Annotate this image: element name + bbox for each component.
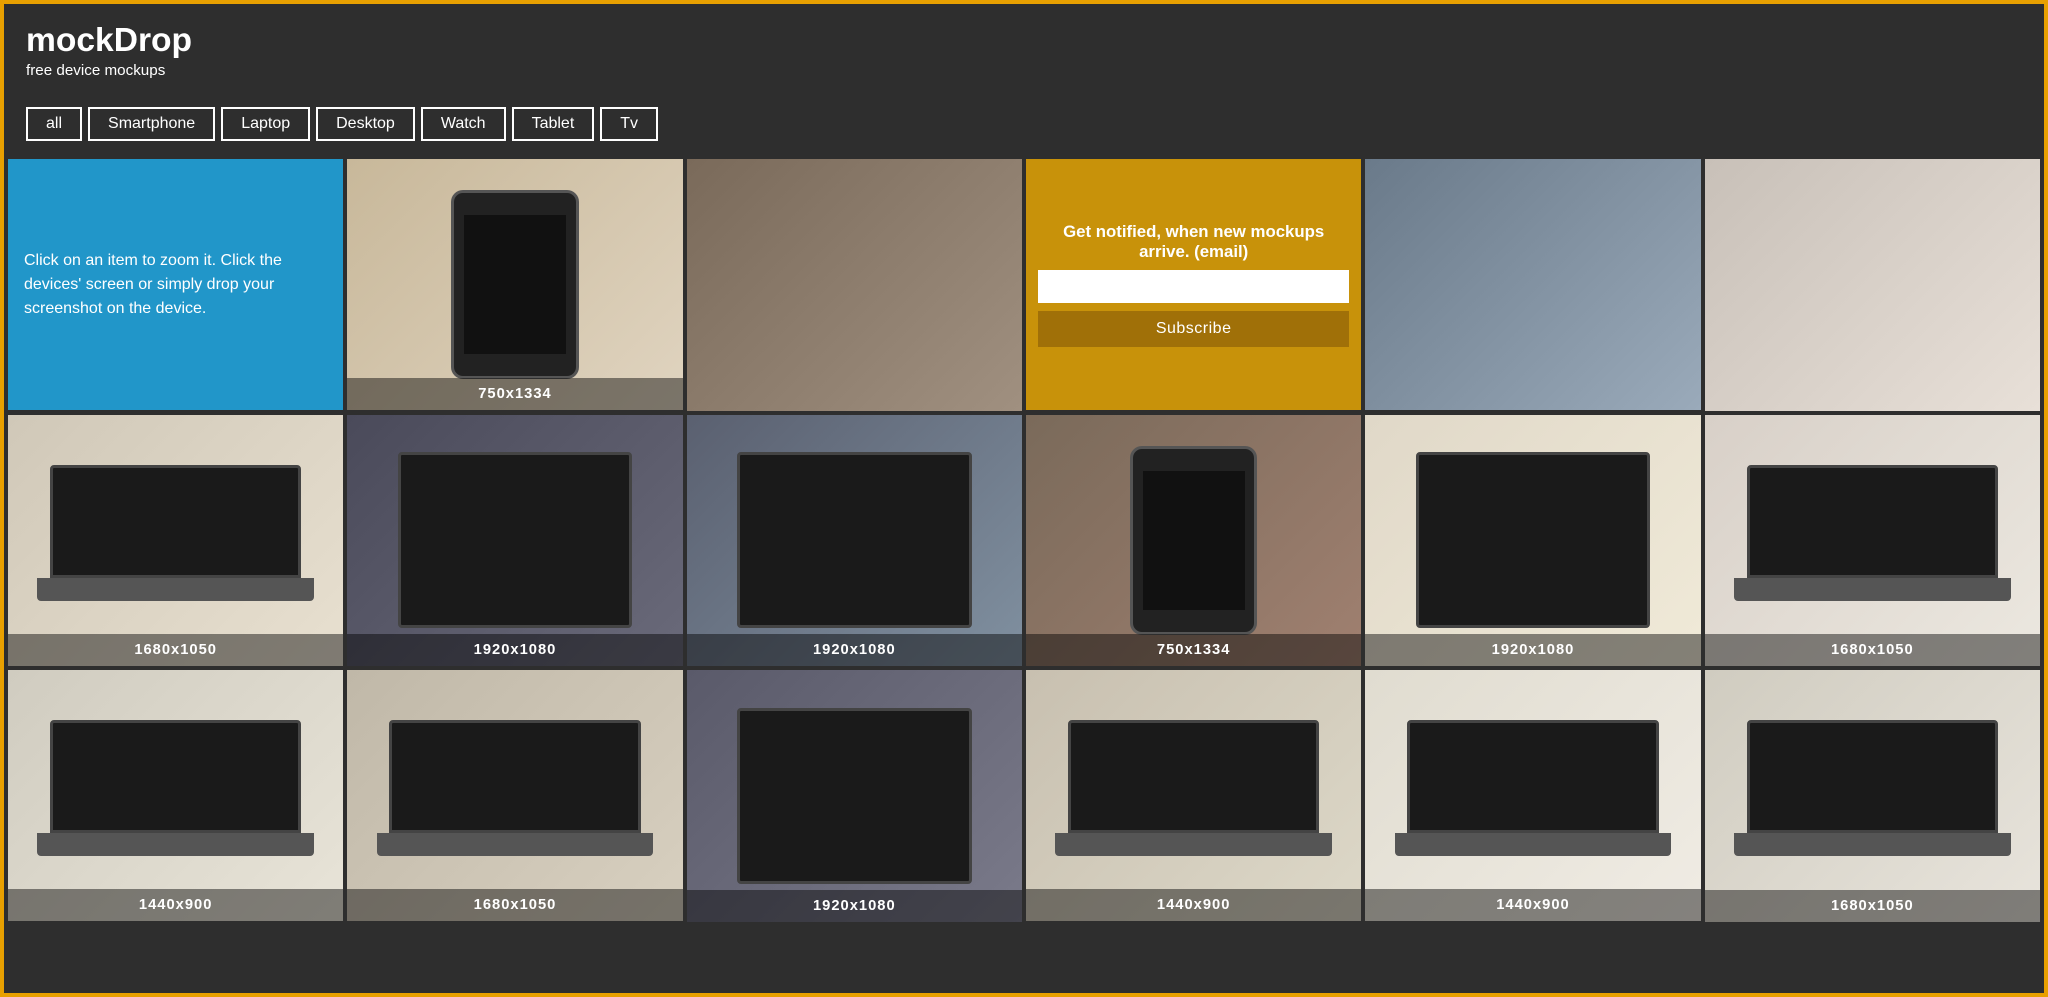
mockup-image	[1705, 159, 2040, 411]
header: mockDrop free device mockups	[4, 4, 2044, 89]
resolution-label: 1680x1050	[1705, 634, 2040, 666]
resolution-label: 750x1334	[347, 378, 682, 410]
info-box: Click on an item to zoom it. Click the d…	[8, 159, 343, 410]
mockup-image	[687, 415, 1022, 667]
mockup-item[interactable]	[1365, 159, 1700, 410]
subscribe-box: Get notified, when new mockups arrive. (…	[1026, 159, 1361, 410]
mockup-item[interactable]: 750x1334	[1026, 415, 1361, 666]
filter-btn-laptop[interactable]: Laptop	[221, 107, 310, 141]
resolution-label: 1920x1080	[687, 890, 1022, 922]
resolution-label: 1920x1080	[687, 634, 1022, 666]
site-title: mockDrop	[26, 22, 2022, 60]
mockup-image	[1365, 670, 1700, 921]
mockup-item[interactable]: 1680x1050	[1705, 670, 2040, 922]
filter-btn-smartphone[interactable]: Smartphone	[88, 107, 215, 141]
mockup-image	[8, 415, 343, 666]
mockup-item[interactable]: 1440x900	[8, 670, 343, 921]
resolution-label: 1440x900	[1365, 889, 1700, 921]
resolution-label: 1680x1050	[1705, 890, 2040, 922]
mockup-item[interactable]: 1920x1080	[1365, 415, 1700, 666]
mockup-image	[687, 670, 1022, 922]
mockup-item[interactable]: 1680x1050	[1705, 415, 2040, 667]
main-grid: Click on an item to zoom it. Click the d…	[4, 155, 2044, 926]
site-subtitle: free device mockups	[26, 62, 2022, 79]
mockup-image	[1026, 415, 1361, 666]
subscribe-title: Get notified, when new mockups arrive. (…	[1038, 222, 1349, 262]
filter-btn-watch[interactable]: Watch	[421, 107, 506, 141]
filter-btn-desktop[interactable]: Desktop	[316, 107, 415, 141]
resolution-label: 1920x1080	[1365, 634, 1700, 666]
mockup-image	[1026, 670, 1361, 921]
filter-btn-all[interactable]: all	[26, 107, 82, 141]
mockup-item[interactable]: 1920x1080	[687, 670, 1022, 922]
mockup-image	[347, 415, 682, 666]
filter-bar: allSmartphoneLaptopDesktopWatchTabletTv	[4, 89, 2044, 155]
filter-btn-tv[interactable]: Tv	[600, 107, 658, 141]
resolution-label: 1920x1080	[347, 634, 682, 666]
mockup-item[interactable]: 1440x900	[1365, 670, 1700, 921]
resolution-label: 1680x1050	[347, 889, 682, 921]
mockup-item[interactable]	[1705, 159, 2040, 411]
resolution-label: 1680x1050	[8, 634, 343, 666]
mockup-item[interactable]	[687, 159, 1022, 411]
resolution-label: 1440x900	[8, 889, 343, 921]
mockup-image	[687, 159, 1022, 411]
mockup-item[interactable]: 750x1334	[347, 159, 682, 410]
mockup-item[interactable]: 1920x1080	[687, 415, 1022, 667]
mockup-image	[8, 670, 343, 921]
mockup-image	[347, 159, 682, 410]
mockup-image	[1365, 415, 1700, 666]
mockup-image	[1705, 415, 2040, 667]
mockup-image	[347, 670, 682, 921]
resolution-label: 750x1334	[1026, 634, 1361, 666]
subscribe-email-input[interactable]	[1038, 270, 1349, 303]
resolution-label: 1440x900	[1026, 889, 1361, 921]
mockup-item[interactable]: 1920x1080	[347, 415, 682, 666]
mockup-item[interactable]: 1680x1050	[8, 415, 343, 666]
mockup-item[interactable]: 1680x1050	[347, 670, 682, 921]
mockup-image	[1365, 159, 1700, 410]
mockup-image	[1705, 670, 2040, 922]
mockup-item[interactable]: 1440x900	[1026, 670, 1361, 921]
subscribe-button[interactable]: Subscribe	[1038, 311, 1349, 347]
filter-btn-tablet[interactable]: Tablet	[512, 107, 595, 141]
